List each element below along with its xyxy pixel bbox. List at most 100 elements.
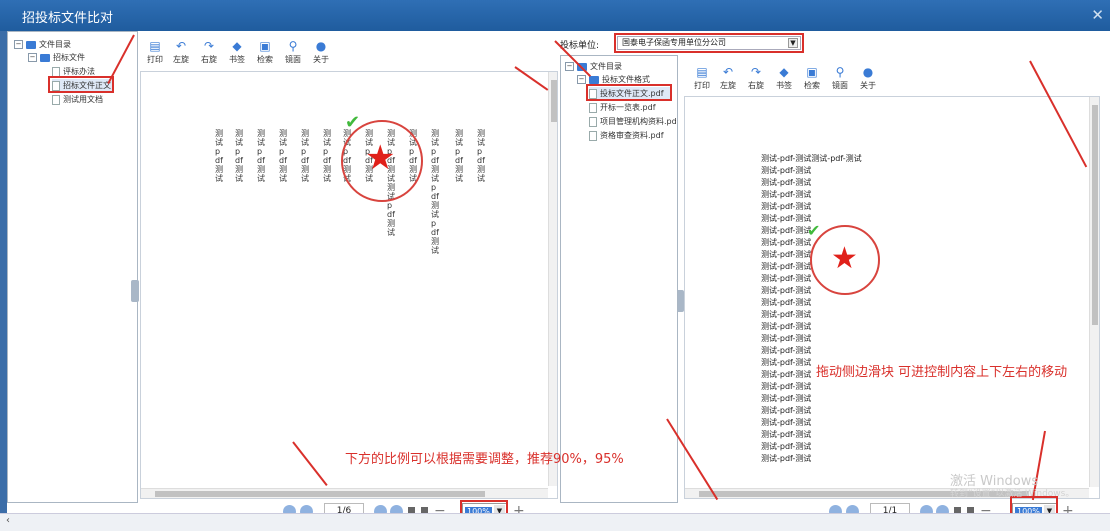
tree-item-4[interactable]: 资格审查资料.pdf [589,129,664,142]
window-title: 招投标文件比对 [22,11,114,26]
mirror-label: 镜面 [285,55,301,64]
print-label: 打印 [694,81,710,90]
left-document-view[interactable]: 测试pdf测试 测试pdf测试 测试pdf测试 测试pdf测试 测试pdf测试 测试pdf… [140,71,558,499]
rotate-left-button[interactable]: ↶ 左旋 [716,64,740,91]
collapse-toggle-icon[interactable]: − [565,62,574,71]
text-line: 测试-pdf-测试 [761,418,812,427]
info-icon: ● [862,65,874,79]
tree-root[interactable]: − 文件目录 [14,38,71,51]
text-column: 测试pdf测试 [235,129,243,183]
collapse-toggle-icon[interactable]: − [14,40,23,49]
right-toolbar: ▤ 打印 ↶ 左旋 ↷ 右旋 ◆ 书签 ▣ 检索 ⚲ 镜面 ● 关于 [690,64,1090,98]
highlight-box [48,76,114,93]
rotate-right-button[interactable]: ↷ 右旋 [744,64,768,91]
tree-folder-label: 投标文件格式 [602,75,650,84]
highlight-box [586,84,672,101]
info-icon: ● [315,39,327,53]
rotate-right-icon: ↷ [750,65,762,79]
right-text-lines: 测试-pdf-测试测试-pdf-测试 测试-pdf-测试 测试-pdf-测试 测试-… [761,153,862,465]
text-line: 测试-pdf-测试 [761,178,812,187]
seal-star-icon: ★ [365,138,396,178]
rotate-right-label: 右旋 [748,81,764,90]
left-collapse-handle[interactable] [131,280,139,302]
chevron-left-icon[interactable]: ‹ [6,515,10,526]
mirror-button[interactable]: ⚲ 镜面 [828,64,852,91]
close-icon[interactable]: ✕ [1091,6,1104,24]
text-column: 测试pdf测试 [279,129,287,183]
bookmark-button[interactable]: ◆ 书签 [772,64,796,91]
text-line: 测试-pdf-测试 [761,298,812,307]
rotate-right-label: 右旋 [201,55,217,64]
text-line: 测试-pdf-测试 [761,190,812,199]
print-label: 打印 [147,55,163,64]
scroll-thumb[interactable] [155,491,485,497]
text-column: 测试pdf测试pdf测试pdf测试 [431,129,439,255]
seal-star-icon: ★ [831,241,858,276]
search-label: 检索 [257,55,273,64]
scroll-thumb[interactable] [1092,105,1098,325]
tree-item-label: 资格审查资料.pdf [600,131,664,140]
collapse-toggle-icon[interactable]: − [28,53,37,62]
text-line: 测试-pdf-测试 [761,310,812,319]
rotate-left-label: 左旋 [720,81,736,90]
tree-folder-label: 招标文件 [53,53,85,62]
text-column: 测试pdf测试 [323,129,331,183]
print-button[interactable]: ▤ 打印 [690,64,714,91]
collapse-toggle-icon[interactable]: − [577,75,586,84]
scroll-thumb[interactable] [551,80,557,122]
about-button[interactable]: ● 关于 [309,38,333,65]
bookmark-button[interactable]: ◆ 书签 [225,38,249,65]
highlight-box [614,33,804,53]
rotate-right-button[interactable]: ↷ 右旋 [197,38,221,65]
text-column: 测试pdf测试 [301,129,309,183]
search-doc-icon: ▣ [806,65,818,79]
tree-item-2[interactable]: 开标一览表.pdf [589,101,656,114]
file-icon [589,102,597,113]
bookmark-label: 书签 [229,55,245,64]
tree-item-3[interactable]: 项目管理机构资料.pd [589,115,677,128]
mirror-button[interactable]: ⚲ 镜面 [281,38,305,65]
left-edge [0,31,7,531]
checkmark-icon: ✔ [807,221,821,240]
rotate-right-icon: ↷ [203,39,215,53]
search-label: 检索 [804,81,820,90]
tree-item-label: 评标办法 [63,67,95,76]
print-button[interactable]: ▤ 打印 [143,38,167,65]
left-horizontal-scrollbar[interactable] [141,488,548,498]
left-toolbar: ▤ 打印 ↶ 左旋 ↷ 右旋 ◆ 书签 ▣ 检索 ⚲ 镜面 ● 关于 [143,38,543,72]
file-icon [52,66,60,77]
right-document-view[interactable]: 测试-pdf-测试测试-pdf-测试 测试-pdf-测试 测试-pdf-测试 测试-… [684,96,1100,499]
file-icon [589,130,597,141]
text-line: 测试-pdf-测试测试-pdf-测试 [761,154,862,163]
folder-icon [26,40,36,49]
search-button[interactable]: ▣ 检索 [800,64,824,91]
text-column: 测试pdf测试 [455,129,463,183]
bookmark-label: 书签 [776,81,792,90]
text-line: 测试-pdf-测试 [761,394,812,403]
left-tree-panel: − 文件目录 − 招标文件 评标办法 招标文件正文 测试用文档 [7,31,138,503]
text-line: 测试-pdf-测试 [761,346,812,355]
rotate-left-button[interactable]: ↶ 左旋 [169,38,193,65]
tree-folder[interactable]: − 招标文件 [28,51,85,64]
activation-watermark-sub: 转到“设置”以激活 Windows。 [950,489,1075,499]
search-doc-icon: ▣ [259,39,271,53]
text-line: 测试-pdf-测试 [761,202,812,211]
tree-item-label: 开标一览表.pdf [600,103,656,112]
about-button[interactable]: ● 关于 [856,64,880,91]
bookmark-icon: ◆ [779,65,789,79]
folder-icon [40,53,50,62]
folder-icon [589,75,599,84]
search-button[interactable]: ▣ 检索 [253,38,277,65]
tree-item-label: 项目管理机构资料.pd [600,117,677,126]
scroll-tip-annotation: 拖动侧边滑块 可进控制内容上下左右的移动 [816,365,1068,380]
rotate-left-label: 左旋 [173,55,189,64]
magnifier-icon: ⚲ [835,65,845,79]
zoom-tip-annotation: 下方的比例可以根据需要调整，推荐90%，95% [345,452,624,467]
tree-item-3[interactable]: 测试用文档 [52,93,103,106]
left-vertical-scrollbar[interactable] [548,72,557,486]
official-seal: ★ [810,225,880,295]
right-vertical-scrollbar[interactable] [1089,97,1099,487]
about-label: 关于 [313,55,329,64]
text-line: 测试-pdf-测试 [761,166,812,175]
checkmark-icon: ✔ [345,112,361,133]
